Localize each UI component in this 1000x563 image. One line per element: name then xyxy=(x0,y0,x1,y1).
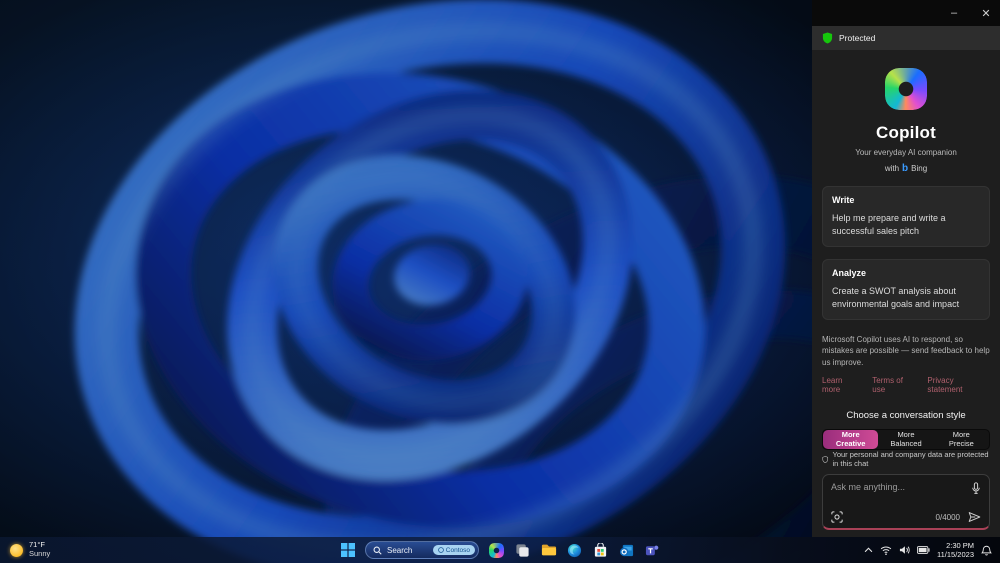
with-bing-line: with b Bing xyxy=(822,163,990,174)
taskbar-clock[interactable]: 2:30 PM 11/15/2023 xyxy=(937,541,974,559)
suggestion-card-write[interactable]: Write Help me prepare and write a succes… xyxy=(822,186,990,248)
start-button[interactable] xyxy=(339,542,356,559)
terms-of-use-link[interactable]: Terms of use xyxy=(872,376,917,394)
with-label: with xyxy=(884,164,900,173)
style-option-line2: Creative xyxy=(835,439,866,449)
copilot-title: Copilot xyxy=(876,123,936,142)
style-option-more-creative[interactable]: More Creative xyxy=(823,429,879,449)
windows-logo-icon xyxy=(340,543,355,557)
style-option-line1: More xyxy=(952,429,970,439)
taskbar-copilot-icon[interactable] xyxy=(488,542,505,559)
taskbar-center: Search Contoso xyxy=(0,537,1000,563)
style-option-line1: More xyxy=(841,429,860,439)
wifi-icon[interactable] xyxy=(880,546,892,555)
tray-date: 11/15/2023 xyxy=(937,550,974,559)
copilot-logo-icon xyxy=(885,68,927,110)
outlook-icon xyxy=(619,544,634,556)
weather-widget[interactable]: 71°F Sunny xyxy=(0,537,60,563)
copilot-panel: – ✕ Protected Copilot Your everyday AI c… xyxy=(812,0,1000,537)
file-explorer-button[interactable] xyxy=(540,542,557,559)
style-option-line2: Precise xyxy=(948,439,974,449)
protected-label: Protected xyxy=(839,33,876,43)
style-option-line1: More xyxy=(897,429,915,439)
copilot-subtitle: Your everyday AI companion xyxy=(855,148,957,157)
weather-condition: Sunny xyxy=(29,549,51,558)
edge-button[interactable] xyxy=(566,542,583,559)
conversation-style-title: Choose a conversation style xyxy=(846,409,966,421)
search-label: Search xyxy=(387,545,413,555)
panel-titlebar: – ✕ xyxy=(812,0,1000,26)
search-highlight-badge[interactable]: Contoso xyxy=(432,545,475,555)
teams-button[interactable] xyxy=(644,542,661,559)
chat-input[interactable] xyxy=(831,482,971,492)
battery-icon[interactable] xyxy=(917,546,930,554)
visual-search-icon[interactable] xyxy=(831,511,843,523)
style-option-more-precise[interactable]: More Precise xyxy=(934,430,989,449)
search-icon xyxy=(373,546,382,555)
privacy-note-text: Your personal and company data are prote… xyxy=(832,450,989,468)
style-option-line2: Balanced xyxy=(890,439,922,449)
card-category: Analyze xyxy=(832,268,867,279)
bing-icon: b xyxy=(902,163,909,174)
style-option-more-balanced[interactable]: More Balanced xyxy=(878,430,933,449)
learn-more-link[interactable]: Learn more xyxy=(822,376,862,394)
tray-chevron-up-icon[interactable] xyxy=(864,547,873,553)
privacy-statement-link[interactable]: Privacy statement xyxy=(927,376,990,394)
card-text: Help me prepare and write a successful s… xyxy=(832,213,946,237)
shield-icon xyxy=(822,32,833,44)
card-category: Write xyxy=(832,195,855,205)
send-icon[interactable] xyxy=(968,511,981,523)
edge-icon xyxy=(567,543,582,557)
taskbar: 71°F Sunny Search Contoso 2:30 PM 11/15/… xyxy=(0,537,1000,563)
outlook-button[interactable] xyxy=(618,542,635,559)
card-text: Create a SWOT analysis about environment… xyxy=(832,286,960,310)
conversation-style-selector: More Creative More Balanced More Precise xyxy=(822,428,990,450)
sparkle-icon xyxy=(438,547,444,553)
copilot-hero: Copilot Your everyday AI companion with … xyxy=(822,68,990,174)
minimize-button[interactable]: – xyxy=(940,0,968,26)
legal-links: Learn more Terms of use Privacy statemen… xyxy=(822,376,990,394)
panel-body: Copilot Your everyday AI companion with … xyxy=(812,50,1000,537)
file-explorer-icon xyxy=(541,544,556,556)
shield-outline-icon xyxy=(822,455,829,463)
microsoft-store-button[interactable] xyxy=(592,542,609,559)
notification-bell-icon[interactable] xyxy=(981,545,992,556)
chat-composer[interactable]: 0/4000 xyxy=(822,474,990,530)
tray-time: 2:30 PM xyxy=(946,541,974,550)
close-button[interactable]: ✕ xyxy=(972,0,1000,26)
copilot-icon xyxy=(489,542,504,558)
ai-disclaimer: Microsoft Copilot uses AI to respond, so… xyxy=(822,335,990,367)
system-tray: 2:30 PM 11/15/2023 xyxy=(864,537,1000,563)
teams-icon xyxy=(645,545,659,555)
protected-status-bar: Protected xyxy=(812,26,1000,50)
bing-label: Bing xyxy=(911,164,928,173)
microphone-icon[interactable] xyxy=(971,482,981,495)
microsoft-store-icon xyxy=(594,542,607,557)
sun-icon xyxy=(10,543,23,557)
data-privacy-note: Your personal and company data are prote… xyxy=(822,450,990,474)
search-badge-label: Contoso xyxy=(445,546,470,554)
suggestion-card-analyze[interactable]: Analyze Create a SWOT analysis about env… xyxy=(822,259,990,321)
task-view-icon xyxy=(516,543,529,557)
task-view-button[interactable] xyxy=(514,542,531,559)
char-counter: 0/4000 xyxy=(935,512,960,522)
taskbar-search[interactable]: Search Contoso xyxy=(365,541,479,559)
volume-icon[interactable] xyxy=(899,545,910,555)
